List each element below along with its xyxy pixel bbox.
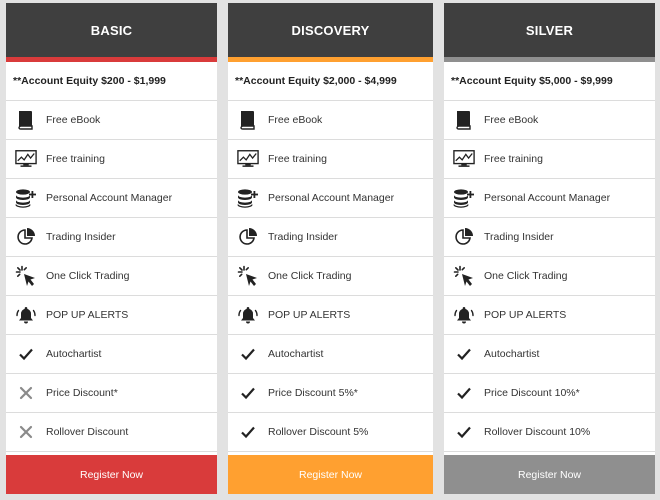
- feature-row: One Click Trading: [444, 257, 655, 296]
- account-equity: **Account Equity $200 - $1,999: [6, 62, 217, 101]
- cursor-click-icon: [237, 265, 259, 287]
- feature-label: Rollover Discount 10%: [484, 426, 591, 438]
- feature-label: Price Discount 5%*: [268, 387, 358, 399]
- feature-list: Free eBook Free training Personal Account …: [228, 101, 433, 452]
- feature-row: POP UP ALERTS: [228, 296, 433, 335]
- feature-label: Free training: [46, 153, 105, 165]
- feature-row: Autochartist: [6, 335, 217, 374]
- account-equity: **Account Equity $5,000 - $9,999: [444, 62, 655, 101]
- feature-row: Personal Account Manager: [228, 179, 433, 218]
- book-icon: [453, 109, 475, 131]
- cursor-click-icon: [453, 265, 475, 287]
- feature-label: POP UP ALERTS: [484, 309, 567, 321]
- feature-label: Rollover Discount 5%: [268, 426, 369, 438]
- feature-row: One Click Trading: [6, 257, 217, 296]
- bell-icon: [453, 304, 475, 326]
- feature-label: Free training: [268, 153, 327, 165]
- feature-row: Free training: [444, 140, 655, 179]
- feature-row: Autochartist: [444, 335, 655, 374]
- feature-label: Free training: [484, 153, 543, 165]
- check-icon: [237, 421, 259, 443]
- monitor-chart-icon: [237, 148, 259, 170]
- pie-chart-icon: [237, 226, 259, 248]
- feature-row: Personal Account Manager: [6, 179, 217, 218]
- pie-chart-icon: [15, 226, 37, 248]
- feature-list: Free eBook Free training Personal Account …: [444, 101, 655, 452]
- pricing-plans: BASIC **Account Equity $200 - $1,999 Fre…: [0, 0, 660, 500]
- feature-row: Autochartist: [228, 335, 433, 374]
- feature-label: Personal Account Manager: [46, 192, 173, 204]
- plan-card-basic: BASIC **Account Equity $200 - $1,999 Fre…: [6, 3, 217, 494]
- plan-title: SILVER: [444, 3, 655, 57]
- feature-label: Autochartist: [484, 348, 540, 360]
- feature-label: Price Discount 10%*: [484, 387, 580, 399]
- feature-row: Rollover Discount 5%: [228, 413, 433, 452]
- feature-label: Autochartist: [268, 348, 324, 360]
- cursor-click-icon: [15, 265, 37, 287]
- feature-row: Free eBook: [6, 101, 217, 140]
- feature-label: One Click Trading: [484, 270, 568, 282]
- feature-label: Free eBook: [484, 114, 539, 126]
- feature-row: Trading Insider: [444, 218, 655, 257]
- feature-row: Rollover Discount 10%: [444, 413, 655, 452]
- check-icon: [453, 382, 475, 404]
- feature-label: Personal Account Manager: [268, 192, 395, 204]
- check-icon: [237, 382, 259, 404]
- register-now-button[interactable]: Register Now: [228, 455, 433, 494]
- feature-row: Rollover Discount: [6, 413, 217, 452]
- check-icon: [237, 343, 259, 365]
- feature-row: One Click Trading: [228, 257, 433, 296]
- feature-row: Personal Account Manager: [444, 179, 655, 218]
- feature-label: One Click Trading: [268, 270, 352, 282]
- feature-label: POP UP ALERTS: [268, 309, 351, 321]
- register-now-button[interactable]: Register Now: [6, 455, 217, 494]
- feature-row: Price Discount*: [6, 374, 217, 413]
- feature-row: Free training: [228, 140, 433, 179]
- cross-icon: [15, 421, 37, 443]
- coins-plus-icon: [237, 187, 259, 209]
- feature-row: Free eBook: [228, 101, 433, 140]
- feature-label: Trading Insider: [484, 231, 554, 243]
- plan-card-silver: SILVER **Account Equity $5,000 - $9,999 …: [444, 3, 655, 494]
- feature-row: Trading Insider: [6, 218, 217, 257]
- book-icon: [237, 109, 259, 131]
- feature-label: One Click Trading: [46, 270, 130, 282]
- feature-label: Trading Insider: [46, 231, 116, 243]
- feature-row: Free eBook: [444, 101, 655, 140]
- register-now-button[interactable]: Register Now: [444, 455, 655, 494]
- account-equity: **Account Equity $2,000 - $4,999: [228, 62, 433, 101]
- feature-label: Autochartist: [46, 348, 102, 360]
- pie-chart-icon: [453, 226, 475, 248]
- feature-row: Price Discount 5%*: [228, 374, 433, 413]
- check-icon: [453, 343, 475, 365]
- feature-label: Free eBook: [268, 114, 323, 126]
- monitor-chart-icon: [15, 148, 37, 170]
- feature-row: POP UP ALERTS: [6, 296, 217, 335]
- feature-label: Personal Account Manager: [484, 192, 611, 204]
- bell-icon: [237, 304, 259, 326]
- feature-row: Free training: [6, 140, 217, 179]
- feature-row: Price Discount 10%*: [444, 374, 655, 413]
- bell-icon: [15, 304, 37, 326]
- check-icon: [15, 343, 37, 365]
- cross-icon: [15, 382, 37, 404]
- feature-label: Price Discount*: [46, 387, 118, 399]
- feature-label: POP UP ALERTS: [46, 309, 129, 321]
- feature-label: Rollover Discount: [46, 426, 129, 438]
- feature-row: POP UP ALERTS: [444, 296, 655, 335]
- coins-plus-icon: [15, 187, 37, 209]
- coins-plus-icon: [453, 187, 475, 209]
- feature-label: Trading Insider: [268, 231, 338, 243]
- plan-title: DISCOVERY: [228, 3, 433, 57]
- feature-label: Free eBook: [46, 114, 101, 126]
- monitor-chart-icon: [453, 148, 475, 170]
- feature-list: Free eBook Free training Personal Account …: [6, 101, 217, 452]
- plan-title: BASIC: [6, 3, 217, 57]
- book-icon: [15, 109, 37, 131]
- check-icon: [453, 421, 475, 443]
- plan-card-discovery: DISCOVERY **Account Equity $2,000 - $4,9…: [228, 3, 433, 494]
- feature-row: Trading Insider: [228, 218, 433, 257]
